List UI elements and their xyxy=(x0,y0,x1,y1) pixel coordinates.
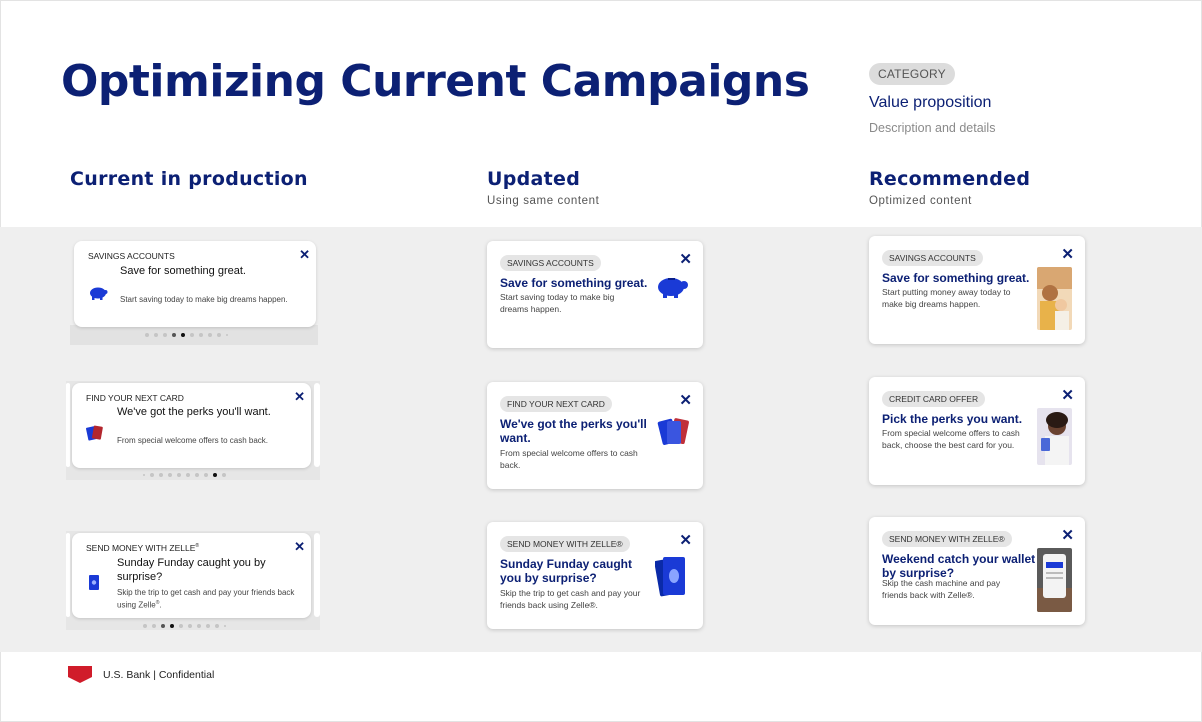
money-icon xyxy=(89,575,99,590)
carousel-peek-card xyxy=(66,533,70,617)
carousel-peek-card xyxy=(314,383,320,467)
card-text: Skip the cash machine and pay friends ba… xyxy=(882,578,1001,600)
legend-value-proposition: Value proposition xyxy=(869,94,992,111)
card-title: We've got the perks you'll want. xyxy=(117,406,271,418)
card-category-pill: SEND MONEY WITH ZELLE® xyxy=(882,531,1012,547)
card-title: Save for something great. xyxy=(882,271,1030,285)
column-subheading: Using same content xyxy=(487,195,600,207)
card-title: Pick the perks you want. xyxy=(882,412,1023,426)
page-title: Optimizing Current Campaigns xyxy=(61,56,810,107)
column-subheading: Optimized content xyxy=(869,195,972,207)
family-photo xyxy=(1037,267,1072,330)
updated-card-savings[interactable]: SAVINGS ACCOUNTS ✕ Save for something gr… xyxy=(487,241,703,348)
card-text: Start saving today to make big dreams ha… xyxy=(500,292,615,314)
legend-description: Description and details xyxy=(869,121,996,135)
close-icon[interactable]: ✕ xyxy=(294,389,305,405)
column-header-updated: Updated Using same content xyxy=(487,168,599,207)
us-bank-shield-logo xyxy=(68,666,92,683)
woman-with-card-photo xyxy=(1037,408,1072,465)
card-category-pill: SAVINGS ACCOUNTS xyxy=(500,255,601,271)
recommended-card-zelle[interactable]: SEND MONEY WITH ZELLE® ✕ Weekend catch y… xyxy=(869,517,1085,625)
piggy-bank-icon xyxy=(90,287,108,300)
close-icon[interactable]: ✕ xyxy=(679,250,692,268)
current-card-zelle[interactable]: SEND MONEY WITH ZELLE® ✕ Sunday Funday c… xyxy=(72,533,311,618)
card-text: From special welcome offers to cash back… xyxy=(500,448,638,470)
close-icon[interactable]: ✕ xyxy=(1061,386,1074,404)
card-title: Save for something great. xyxy=(120,265,246,277)
card-category-pill: CREDIT CARD OFFER xyxy=(882,391,986,407)
card-title: Save for something great. xyxy=(500,276,648,290)
carousel-peek-card xyxy=(66,383,70,467)
footer-confidential-text: U.S. Bank | Confidential xyxy=(103,668,215,681)
footer: U.S. Bank | Confidential xyxy=(68,666,214,683)
column-header-current: Current in production xyxy=(70,168,308,190)
piggy-bank-icon xyxy=(658,278,688,298)
close-icon[interactable]: ✕ xyxy=(679,531,692,549)
recommended-card-credit-offer[interactable]: CREDIT CARD OFFER ✕ Pick the perks you w… xyxy=(869,377,1085,485)
card-category: SEND MONEY WITH ZELLE® xyxy=(86,543,200,553)
recommended-card-savings[interactable]: SAVINGS ACCOUNTS ✕ Save for something gr… xyxy=(869,236,1085,344)
close-icon[interactable]: ✕ xyxy=(294,539,305,555)
card-category-pill: SAVINGS ACCOUNTS xyxy=(882,250,983,266)
card-text: Start saving today to make big dreams ha… xyxy=(120,295,288,304)
carousel-dots[interactable] xyxy=(143,473,226,477)
updated-card-zelle[interactable]: SEND MONEY WITH ZELLE® ✕ Sunday Funday c… xyxy=(487,522,703,629)
phone-in-hand-photo xyxy=(1037,548,1072,612)
legend-category-pill: CATEGORY xyxy=(869,63,955,85)
card-category: SAVINGS ACCOUNTS xyxy=(88,251,175,261)
column-heading: Current in production xyxy=(70,168,308,190)
credit-cards-icon xyxy=(86,425,103,441)
carousel-peek-card xyxy=(314,533,320,617)
credit-cards-icon xyxy=(657,418,689,445)
column-header-recommended: Recommended Optimized content xyxy=(869,168,1030,207)
card-text: From special welcome offers to cash back… xyxy=(117,436,269,445)
current-card-savings[interactable]: SAVINGS ACCOUNTS ✕ Save for something gr… xyxy=(74,241,316,327)
card-title: Weekend catch your wallet by surprise? xyxy=(882,552,1036,580)
close-icon[interactable]: ✕ xyxy=(1061,245,1074,263)
current-card-next-card[interactable]: FIND YOUR NEXT CARD ✕ We've got the perk… xyxy=(72,383,311,468)
column-heading: Recommended xyxy=(869,168,1031,190)
card-text: Skip the trip to get cash and pay your f… xyxy=(117,588,295,610)
close-icon[interactable]: ✕ xyxy=(1061,526,1074,544)
card-category-pill: SEND MONEY WITH ZELLE® xyxy=(500,536,630,552)
carousel-dots[interactable] xyxy=(145,333,228,337)
card-category-pill: FIND YOUR NEXT CARD xyxy=(500,396,612,412)
card-text: Start putting money away today to make b… xyxy=(882,287,1011,309)
card-title: Sunday Funday caught you by surprise? xyxy=(500,557,633,585)
close-icon[interactable]: ✕ xyxy=(299,247,310,263)
carousel-dots[interactable] xyxy=(143,624,226,628)
card-title: Sunday Funday caught you by surprise? xyxy=(117,557,266,583)
card-category: FIND YOUR NEXT CARD xyxy=(86,393,184,403)
column-heading: Updated xyxy=(487,168,581,190)
close-icon[interactable]: ✕ xyxy=(679,391,692,409)
money-icon xyxy=(655,557,685,597)
card-title: We've got the perks you'll want. xyxy=(500,417,647,445)
updated-card-next-card[interactable]: FIND YOUR NEXT CARD ✕ We've got the perk… xyxy=(487,382,703,489)
legend: CATEGORY Value proposition Description a… xyxy=(869,63,995,135)
card-text: From special welcome offers to cash back… xyxy=(882,428,1020,450)
card-text: Skip the trip to get cash and pay your f… xyxy=(500,588,641,610)
